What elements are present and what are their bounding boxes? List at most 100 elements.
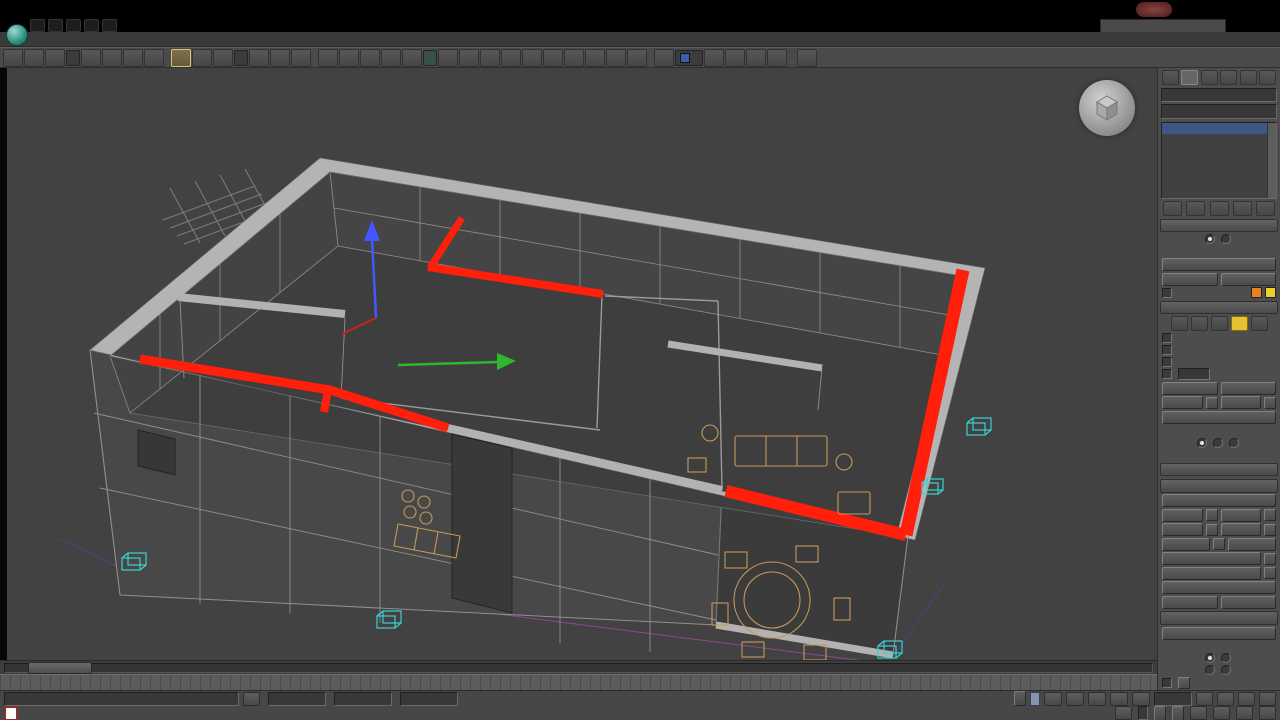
tool-c-button[interactable] [746, 48, 766, 67]
dolly-icon[interactable] [1236, 706, 1253, 720]
extrude-spline-settings-button[interactable] [1264, 567, 1276, 580]
cancel-button[interactable] [1220, 272, 1276, 286]
tab-motion-icon[interactable] [1220, 70, 1238, 85]
modifier-stack[interactable] [1161, 121, 1277, 199]
extrude-button[interactable] [1162, 508, 1203, 522]
bridge-button[interactable] [1162, 537, 1210, 551]
tab-utilities-icon[interactable] [1258, 70, 1276, 85]
zoom-all-icon[interactable] [1217, 691, 1234, 706]
retriangulate-button[interactable] [1162, 595, 1218, 609]
curve-editor-button[interactable] [522, 48, 542, 67]
keyboard-override-button[interactable] [291, 48, 311, 67]
viewcube[interactable] [1079, 80, 1135, 136]
preserve-uvs-checkbox[interactable] [1162, 678, 1172, 689]
stack-item-extrude[interactable] [1162, 134, 1276, 145]
maximize-viewport-icon[interactable] [1259, 706, 1276, 720]
pencil-icon[interactable] [1115, 706, 1132, 720]
percent-snap-button[interactable] [360, 48, 380, 67]
select-and-scale-button[interactable] [213, 48, 233, 67]
search-input[interactable] [1100, 19, 1226, 33]
schematic-view-button[interactable] [543, 48, 563, 67]
selection-region-button[interactable] [123, 48, 143, 67]
stack-item-edit-poly[interactable] [1162, 122, 1276, 134]
light-tool-button[interactable] [654, 48, 674, 67]
outline-settings-button[interactable] [1264, 509, 1276, 522]
polygon-subobject-icon[interactable] [1230, 316, 1248, 332]
outline-button[interactable] [1220, 508, 1261, 522]
cage-selected-color-swatch[interactable] [1265, 287, 1276, 299]
layer-default-dropdown[interactable] [675, 49, 703, 66]
application-menu-button[interactable] [6, 24, 28, 46]
animate-radio[interactable] [1220, 234, 1231, 245]
snap-toggle-button[interactable] [318, 48, 338, 67]
edit-triangulation-button[interactable] [1162, 581, 1276, 595]
window-crossing-button[interactable] [144, 48, 164, 67]
go-to-start-button[interactable] [1044, 691, 1062, 706]
mirror-button[interactable] [438, 48, 458, 67]
flip-button[interactable] [1228, 537, 1276, 551]
constraint-normal-radio[interactable] [1220, 665, 1231, 676]
use-stack-selection-checkbox[interactable] [1162, 332, 1172, 343]
open-icon[interactable] [48, 19, 63, 32]
tool-b-button[interactable] [725, 48, 745, 67]
tab-hierarchy-icon[interactable] [1200, 70, 1218, 85]
stack-scrollbar[interactable] [1267, 122, 1276, 198]
rollout-soft-selection[interactable] [1160, 462, 1278, 477]
select-and-link-button[interactable] [3, 48, 23, 67]
repeat-last-button[interactable] [1162, 626, 1276, 640]
ignore-backfacing-checkbox[interactable] [1162, 356, 1172, 367]
next-frame-button[interactable] [1110, 691, 1128, 706]
rendered-frame-button[interactable] [606, 48, 626, 67]
rollout-edit-poly-mode[interactable] [1160, 218, 1278, 233]
previous-frame-button[interactable] [1066, 691, 1084, 706]
key-mode-dropdown[interactable] [1030, 691, 1040, 706]
insert-vertex-button[interactable] [1162, 494, 1276, 508]
layer-name-field[interactable] [1161, 88, 1277, 103]
element-subobject-icon[interactable] [1250, 316, 1268, 332]
configure-modifier-icon[interactable] [1256, 200, 1275, 216]
auto-key-button[interactable] [1014, 691, 1026, 706]
stack-item-editable-spline[interactable] [1162, 145, 1276, 156]
rollout-selection[interactable] [1160, 300, 1278, 315]
angle-value-field[interactable] [1178, 368, 1210, 381]
rollout-edit-geometry[interactable] [1160, 611, 1278, 625]
modifier-list-dropdown[interactable] [1161, 104, 1277, 119]
extrude-along-spline-button[interactable] [1162, 566, 1261, 580]
new-icon[interactable] [30, 19, 45, 32]
preserve-uvs-settings-button[interactable] [1178, 677, 1190, 690]
select-and-rotate-button[interactable] [192, 48, 212, 67]
time-slider[interactable] [0, 660, 1157, 675]
angle-snap-button[interactable] [339, 48, 359, 67]
render-setup-button[interactable] [585, 48, 605, 67]
use-pivot-center-button[interactable] [249, 48, 269, 67]
bridge-settings-button[interactable] [1213, 538, 1225, 551]
rollout-edit-polygons[interactable] [1160, 479, 1278, 493]
material-editor-button[interactable] [564, 48, 584, 67]
vertex-subobject-icon[interactable] [1170, 316, 1188, 332]
selection-set-dropdown[interactable] [423, 49, 437, 66]
welcome-window[interactable] [4, 705, 18, 720]
track-bar[interactable] [0, 674, 1157, 690]
tab-modify-icon[interactable] [1181, 70, 1199, 85]
undo-icon[interactable] [84, 19, 99, 32]
get-stack-selection-button[interactable] [1162, 410, 1276, 424]
edge-subobject-icon[interactable] [1190, 316, 1208, 332]
border-subobject-icon[interactable] [1210, 316, 1228, 332]
bevel-settings-button[interactable] [1205, 523, 1218, 536]
model-radio[interactable] [1204, 234, 1215, 245]
cage-color-swatch[interactable] [1251, 287, 1262, 299]
select-and-manipulate-button[interactable] [270, 48, 290, 67]
named-selection-sets-button[interactable] [402, 48, 422, 67]
align-button[interactable] [459, 48, 479, 67]
go-to-end-button[interactable] [1132, 691, 1150, 706]
x-coordinate-field[interactable] [268, 691, 326, 706]
tab-display-icon[interactable] [1239, 70, 1257, 85]
y-coordinate-field[interactable] [334, 691, 392, 706]
constraint-none-radio[interactable] [1204, 653, 1215, 664]
tab-create-icon[interactable] [1162, 70, 1179, 85]
hinge-from-edge-button[interactable] [1162, 552, 1261, 566]
pan-icon[interactable] [1190, 706, 1207, 720]
bind-to-space-warp-button[interactable] [45, 48, 65, 67]
loop-button[interactable] [1220, 396, 1261, 410]
preview-subobj-radio[interactable] [1212, 437, 1223, 448]
